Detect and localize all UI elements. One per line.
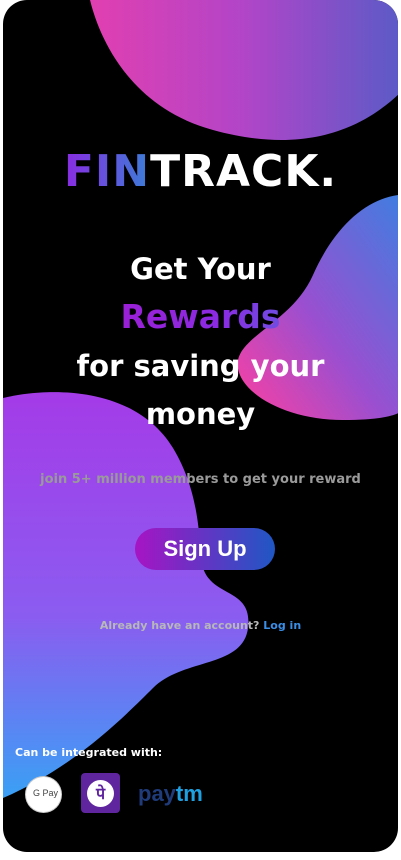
login-row: Already have an account? Log in xyxy=(3,619,398,632)
paytm-icon: paytm xyxy=(138,781,203,807)
gpay-label: G Pay xyxy=(33,788,59,798)
login-link[interactable]: Log in xyxy=(263,619,301,632)
hero-line-rewards: Rewards xyxy=(3,297,398,336)
phonepe-icon: पे xyxy=(81,773,120,813)
hero-line-1: Get Your xyxy=(130,252,271,286)
app-screen: FINTRACK. Get Your Rewards for saving yo… xyxy=(3,0,398,852)
app-logo: FINTRACK. xyxy=(3,146,398,197)
top-blob xyxy=(90,0,398,140)
paytm-tm: tm xyxy=(175,781,203,806)
integrations-title: Can be integrated with: xyxy=(15,746,163,759)
hero-line-4: money xyxy=(145,397,256,431)
subtitle: join 5+ million members to get your rewa… xyxy=(40,472,361,487)
phonepe-circle: पे xyxy=(87,779,114,807)
paytm-pay: pay xyxy=(138,781,176,806)
hero-line-3: for saving your xyxy=(76,349,325,383)
gpay-icon: G Pay xyxy=(26,777,61,812)
logo-part-fin: FIN xyxy=(63,146,151,197)
login-prompt: Already have an account? xyxy=(99,619,260,632)
integration-icons: G Pay पे paytm xyxy=(26,773,226,813)
logo-part-track: TRACK. xyxy=(150,146,338,197)
left-blob xyxy=(3,392,249,798)
sign-up-button[interactable]: Sign Up xyxy=(135,528,275,570)
